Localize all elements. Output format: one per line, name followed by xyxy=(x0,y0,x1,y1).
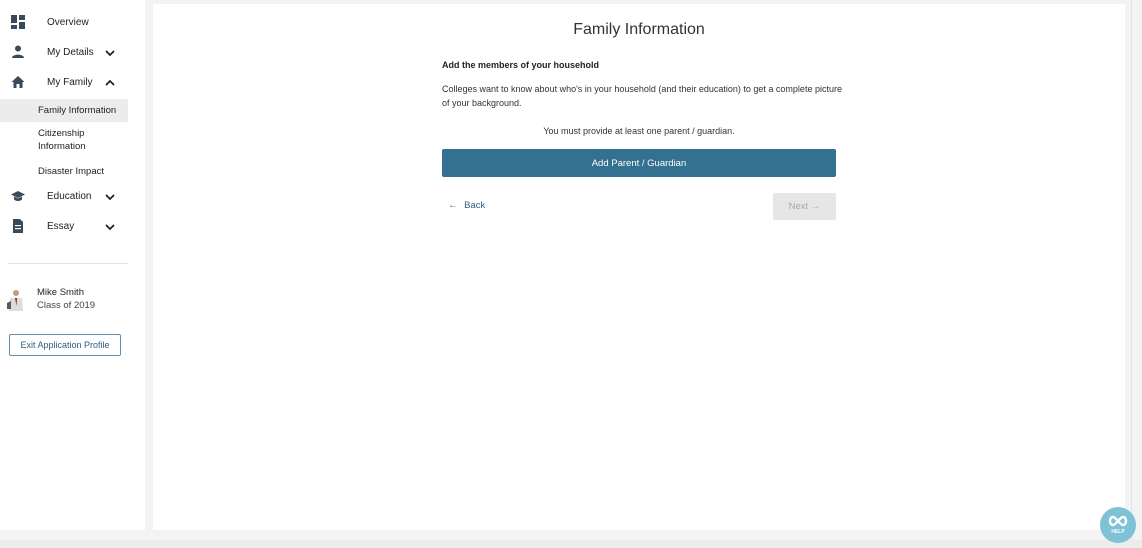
section-description: Colleges want to know about who's in you… xyxy=(442,84,842,108)
back-button[interactable]: ← Back xyxy=(448,200,485,211)
home-icon xyxy=(11,76,25,88)
nav-item-label: My Family xyxy=(47,77,93,88)
page-title: Family Information xyxy=(573,21,705,38)
section-heading: Add the members of your household xyxy=(442,60,600,70)
help-button[interactable]: HELP xyxy=(1100,507,1136,543)
person-icon xyxy=(12,45,24,58)
help-label: HELP xyxy=(1111,529,1125,535)
subitem-label: Family Information xyxy=(38,105,117,116)
sidebar-subitem-family-information[interactable]: Family Information xyxy=(0,99,128,122)
nav-item-my-family[interactable]: My Family xyxy=(0,70,145,96)
nav-item-label: Education xyxy=(47,191,92,202)
user-class: Class of 2019 xyxy=(37,300,96,311)
nav-item-my-details[interactable]: My Details xyxy=(0,40,145,66)
subitem-label: Citizenship Information xyxy=(38,128,86,152)
scrollbar-track xyxy=(1131,0,1132,548)
avatar xyxy=(7,290,23,311)
chevron-down-icon xyxy=(105,224,115,231)
sidebar-divider xyxy=(8,263,128,264)
next-label: Next xyxy=(788,201,809,212)
chevron-down-icon xyxy=(105,194,115,201)
nav-item-label: My Details xyxy=(47,47,94,58)
bottom-bar xyxy=(0,540,1142,548)
add-parent-guardian-button[interactable]: Add Parent / Guardian xyxy=(442,149,836,177)
document-icon xyxy=(13,219,23,233)
chevron-down-icon xyxy=(105,50,115,57)
nav-item-essay[interactable]: Essay xyxy=(0,214,145,240)
graduation-cap-icon xyxy=(11,191,25,201)
next-button[interactable]: Next → xyxy=(773,193,836,220)
arrow-left-icon: ← xyxy=(448,200,458,211)
back-label: Back xyxy=(464,200,486,211)
chevron-up-icon xyxy=(105,79,115,86)
sidebar: Overview My Details My Family Family Inf… xyxy=(0,0,145,530)
sidebar-subitem-disaster-impact[interactable]: Disaster Impact xyxy=(0,163,128,179)
infinity-icon xyxy=(1108,515,1128,527)
exit-application-profile-button[interactable]: Exit Application Profile xyxy=(9,334,121,356)
sidebar-subitem-citizenship-information[interactable]: Citizenship Information xyxy=(0,127,128,155)
parent-requirement-notice: You must provide at least one parent / g… xyxy=(543,126,735,136)
arrow-right-icon: → xyxy=(810,201,821,212)
nav-item-label: Essay xyxy=(47,221,75,232)
user-name: Mike Smith xyxy=(37,287,84,298)
subitem-label: Disaster Impact xyxy=(38,166,104,177)
nav-item-education[interactable]: Education xyxy=(0,184,145,210)
